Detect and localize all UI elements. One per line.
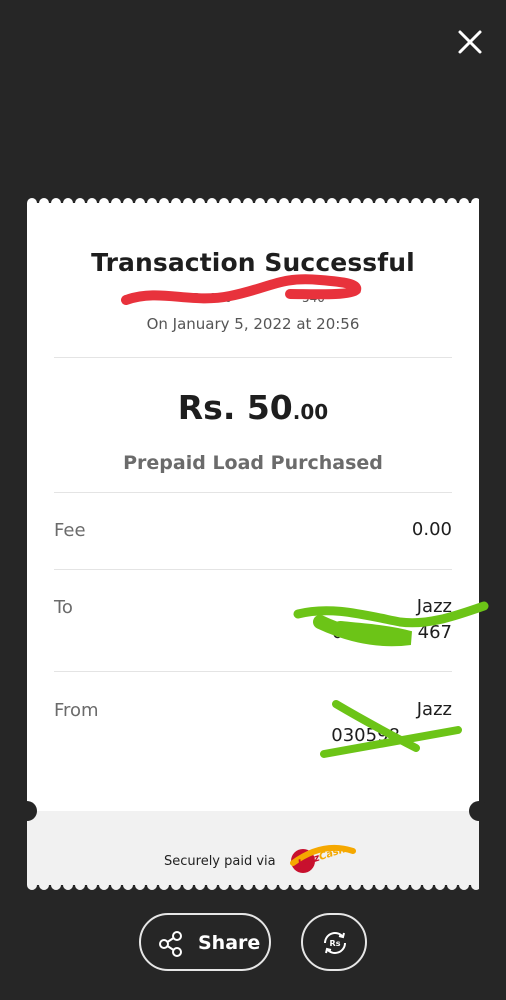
to-value: Jazz 0305 467 <box>332 594 452 646</box>
close-button[interactable] <box>452 24 488 60</box>
jazzcash-logo: JazzCash <box>290 844 356 873</box>
tid-suffix: 540 <box>301 291 325 305</box>
from-network: Jazz <box>416 699 452 720</box>
receipt-notch-left <box>17 801 37 821</box>
divider <box>54 492 452 493</box>
tid-prefix: TID: 020 <box>181 291 232 305</box>
receipt-notch-right <box>469 801 489 821</box>
receipt-screen: Transaction Successful TID: 020 540 On Ja… <box>0 0 506 1000</box>
amount-main: Rs. 50 <box>177 388 293 427</box>
receipt-bottom-edge <box>27 879 479 890</box>
share-label: Share <box>198 932 261 954</box>
divider <box>54 569 452 570</box>
from-number: 030598 <box>331 725 400 746</box>
svg-text:Rs: Rs <box>330 939 341 948</box>
amount-decimal: .00 <box>292 400 329 424</box>
to-network: Jazz <box>416 596 452 617</box>
receipt-body: Transaction Successful TID: 020 540 On Ja… <box>27 208 479 880</box>
share-icon <box>159 931 182 957</box>
from-label: From <box>54 700 99 721</box>
reload-currency-icon: Rs <box>324 932 346 954</box>
amount: Rs. 50.00 <box>27 388 479 427</box>
divider <box>54 357 452 358</box>
transaction-purpose: Prepaid Load Purchased <box>123 452 383 474</box>
secure-payment-text: Securely paid via <box>164 854 276 869</box>
close-icon <box>458 30 482 54</box>
transaction-title: Transaction Successful <box>91 248 415 277</box>
fee-value: 0.00 <box>411 519 452 540</box>
repeat-payment-button[interactable]: Rs <box>301 913 367 971</box>
receipt-footer: Securely paid via JazzCash <box>27 811 479 880</box>
divider <box>54 671 452 672</box>
from-value: Jazz 030598 <box>331 697 452 749</box>
transaction-id: TID: 020 540 <box>27 291 479 305</box>
to-label: To <box>54 597 73 618</box>
receipt-card: Transaction Successful TID: 020 540 On Ja… <box>27 198 479 890</box>
fee-label: Fee <box>54 520 86 541</box>
share-button[interactable]: Share <box>139 913 271 971</box>
to-number: 0305 467 <box>331 622 452 643</box>
transaction-date: On January 5, 2022 at 20:56 <box>146 315 360 333</box>
